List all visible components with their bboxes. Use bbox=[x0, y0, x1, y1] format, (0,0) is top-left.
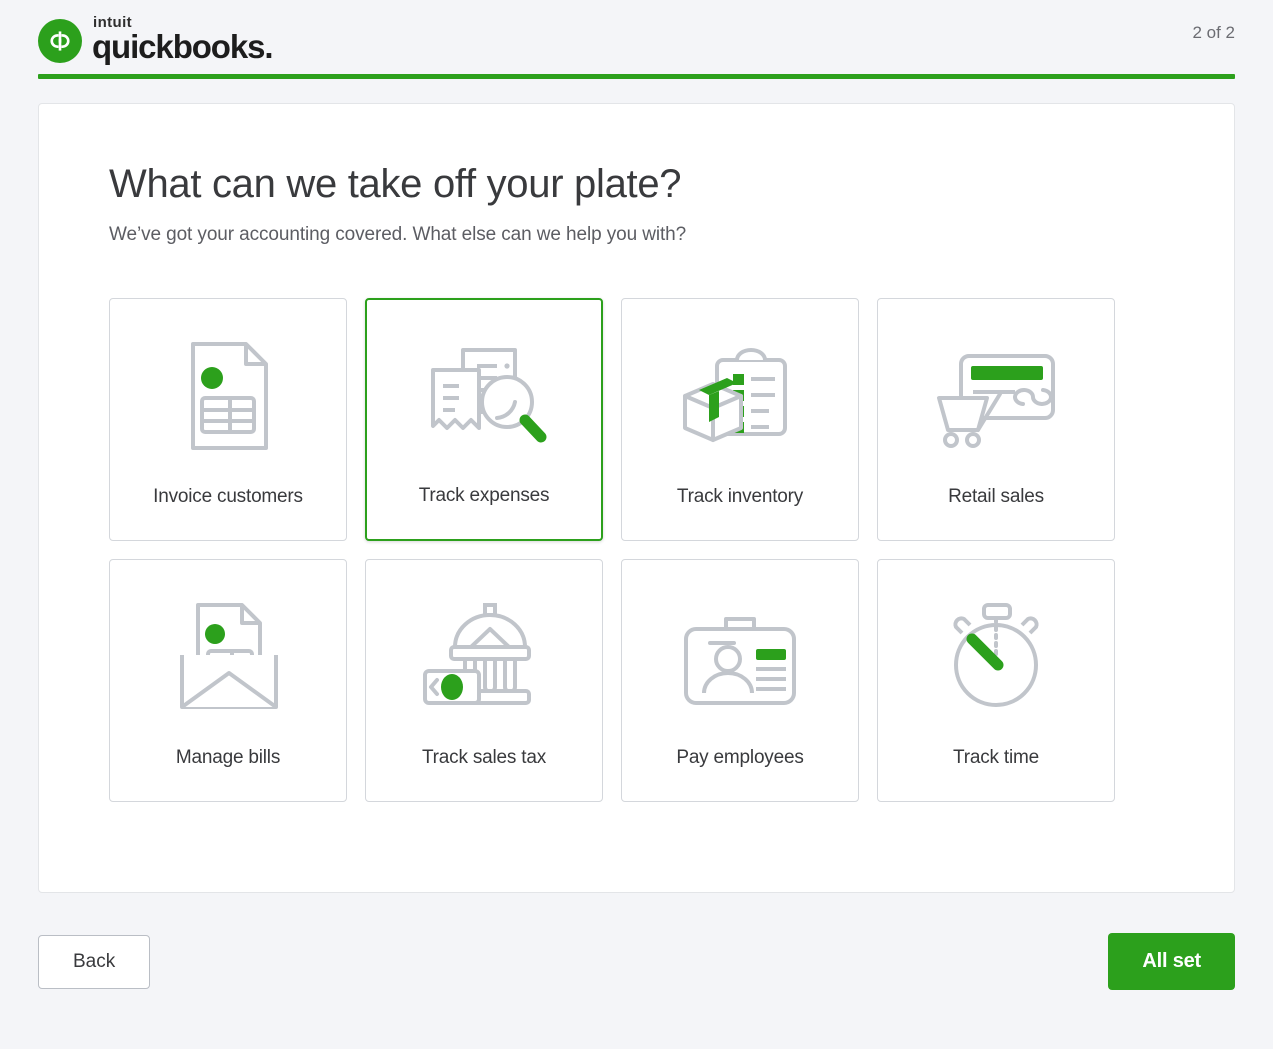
option-label: Track inventory bbox=[676, 486, 804, 507]
option-label: Invoice customers bbox=[153, 486, 303, 507]
invoice-document-icon bbox=[110, 299, 346, 486]
logo-wordmark: intuit quickbooks. bbox=[92, 15, 274, 65]
step-counter: 2 of 2 bbox=[1192, 23, 1235, 42]
quickbooks-logo: intuit quickbooks. bbox=[38, 7, 274, 65]
option-label: Track time bbox=[953, 747, 1039, 768]
progress-bar bbox=[38, 74, 1235, 79]
option-card-invoice-customers[interactable]: Invoice customers bbox=[109, 298, 347, 541]
option-card-track-inventory[interactable]: Track inventory bbox=[621, 298, 859, 541]
page-header: intuit quickbooks. 2 of 2 bbox=[26, 0, 1247, 70]
onboarding-page: intuit quickbooks. 2 of 2 What can we ta… bbox=[0, 0, 1273, 1049]
option-label: Retail sales bbox=[948, 486, 1044, 507]
option-label: Pay employees bbox=[676, 747, 804, 768]
page-subtitle: We’ve got your accounting covered. What … bbox=[109, 224, 687, 245]
back-button[interactable]: Back bbox=[38, 934, 151, 989]
option-label: Track expenses bbox=[418, 485, 550, 506]
option-card-track-sales-tax[interactable]: Track sales tax bbox=[365, 559, 603, 802]
option-card-manage-bills[interactable]: Manage bills bbox=[109, 559, 347, 802]
stopwatch-icon bbox=[878, 560, 1114, 747]
page-title: What can we take off your plate? bbox=[109, 162, 682, 206]
content-panel: What can we take off your plate? We’ve g… bbox=[38, 103, 1235, 893]
option-card-track-time[interactable]: Track time bbox=[877, 559, 1115, 802]
page-footer: Back All set bbox=[38, 933, 1235, 990]
bank-banknote-icon bbox=[366, 560, 602, 747]
receipt-magnifier-icon bbox=[367, 300, 601, 485]
option-label: Manage bills bbox=[175, 747, 281, 768]
card-cart-icon bbox=[878, 299, 1114, 486]
box-clipboard-icon bbox=[622, 299, 858, 486]
quickbooks-wordmark: quickbooks. bbox=[92, 27, 274, 65]
option-label: Track sales tax bbox=[421, 747, 547, 768]
options-grid: Invoice customers Track expenses Track i… bbox=[109, 298, 1164, 802]
envelope-invoice-icon bbox=[110, 560, 346, 747]
id-badge-icon bbox=[622, 560, 858, 747]
option-card-pay-employees[interactable]: Pay employees bbox=[621, 559, 859, 802]
option-card-retail-sales[interactable]: Retail sales bbox=[877, 298, 1115, 541]
qb-logo-icon bbox=[38, 19, 82, 64]
all-set-button[interactable]: All set bbox=[1108, 933, 1235, 990]
option-card-track-expenses[interactable]: Track expenses bbox=[365, 298, 603, 541]
